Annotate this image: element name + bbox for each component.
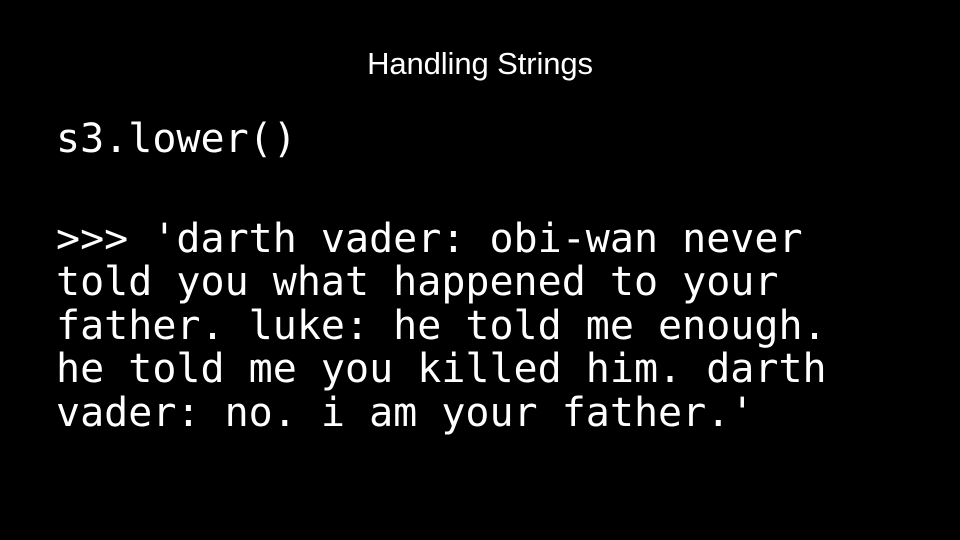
output-line: he told me you killed him. darth — [56, 346, 827, 392]
slide: Handling Strings s3.lower() >>> 'darth v… — [0, 0, 960, 540]
output-line: told you what happened to your — [56, 259, 779, 305]
code-statement: s3.lower() — [56, 116, 297, 162]
slide-body: s3.lower() >>> 'darth vader: obi-wan nev… — [56, 116, 926, 436]
output-line: father. luke: he told me enough. — [56, 302, 827, 349]
output-line: vader: no. i am your father.' — [56, 389, 755, 436]
page-title: Handling Strings — [367, 46, 593, 81]
output-line: >>> 'darth vader: obi-wan never — [56, 215, 803, 262]
console-output: >>> 'darth vader: obi-wan never told you… — [56, 215, 926, 436]
